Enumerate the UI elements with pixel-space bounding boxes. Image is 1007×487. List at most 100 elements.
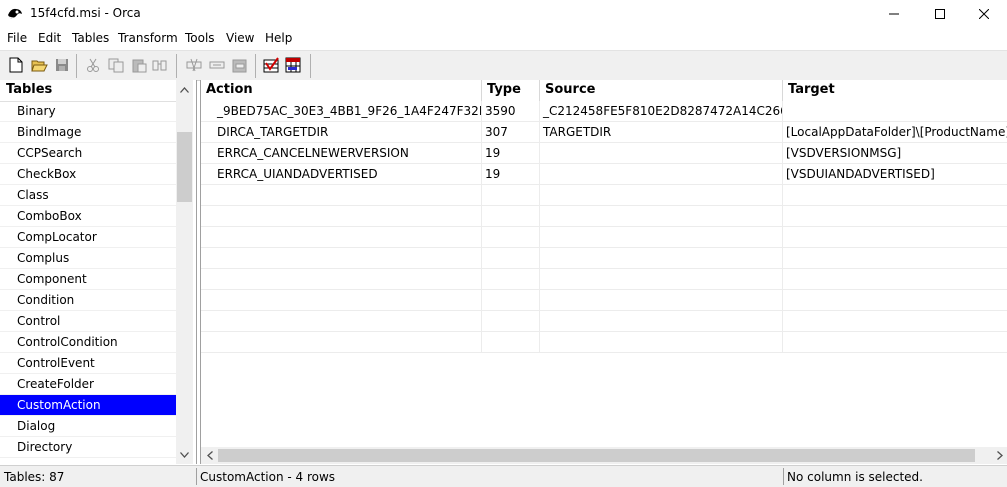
menu-view[interactable]: View (226, 31, 254, 45)
grid-body: _9BED75AC_30E3_4BB1_9F26_1A4F247F32EF 359… (201, 101, 1007, 353)
empty-cell (201, 206, 482, 227)
empty-cell (201, 269, 482, 290)
table-item-ccpsearch[interactable]: CCPSearch (0, 143, 176, 164)
table-item-complus[interactable]: Complus (0, 248, 176, 269)
column-header-action[interactable]: Action (201, 80, 482, 101)
cell-type[interactable]: 19 (482, 164, 540, 185)
menu-tools[interactable]: Tools (185, 31, 215, 45)
copy-icon[interactable] (107, 56, 125, 74)
close-button[interactable] (961, 0, 1007, 28)
empty-row (201, 227, 1007, 248)
table-item-class[interactable]: Class (0, 185, 176, 206)
table-row[interactable]: ERRCA_CANCELNEWERVERSION 19 [VSDVERSIONMSG… (201, 143, 1007, 164)
scroll-thumb[interactable] (177, 132, 192, 202)
rows-pane: Action Type Source Target _9BED75AC_30E3… (200, 80, 1007, 464)
table-item-component[interactable]: Component (0, 269, 176, 290)
menu-help[interactable]: Help (265, 31, 292, 45)
column-header-type-label: Type (487, 82, 521, 97)
table-item-controlcondition[interactable]: ControlCondition (0, 332, 176, 353)
menu-transform[interactable]: Transform (118, 31, 178, 45)
cell-type[interactable]: 19 (482, 143, 540, 164)
cut-row-icon[interactable] (185, 56, 203, 74)
table-item-bindimage[interactable]: BindImage (0, 122, 176, 143)
table-item-controlevent[interactable]: ControlEvent (0, 353, 176, 374)
cell-target[interactable]: [VSDVERSIONMSG] (783, 143, 1007, 164)
table-row[interactable]: _9BED75AC_30E3_4BB1_9F26_1A4F247F32EF 359… (201, 101, 1007, 122)
table-item-customaction[interactable]: CustomAction (0, 395, 176, 416)
empty-cell (540, 248, 783, 269)
table-item-directory[interactable]: Directory (0, 437, 176, 458)
cut-icon[interactable] (84, 56, 102, 74)
window-title: 15f4cfd.msi - Orca (30, 6, 141, 20)
empty-cell (482, 311, 540, 332)
table-row[interactable]: ERRCA_UIANDADVERTISED 19 [VSDUIANDADVERTIS… (201, 164, 1007, 185)
cell-action[interactable]: _9BED75AC_30E3_4BB1_9F26_1A4F247F32EF (201, 101, 482, 122)
cell-action[interactable]: ERRCA_UIANDADVERTISED (201, 164, 482, 185)
cell-source[interactable]: TARGETDIR (540, 122, 783, 143)
empty-row (201, 311, 1007, 332)
cell-type[interactable]: 307 (482, 122, 540, 143)
column-header-type[interactable]: Type (482, 80, 540, 101)
scroll-down-arrow-icon[interactable] (176, 446, 193, 463)
table-edit-icon[interactable] (284, 56, 302, 74)
cell-target[interactable]: [LocalAppDataFolder]\[ProductName] (783, 122, 1007, 143)
cell-target[interactable]: [VSDUIANDADVERTISED] (783, 164, 1007, 185)
grid-header: Action Type Source Target (201, 80, 1007, 101)
table-item-combobox[interactable]: ComboBox (0, 206, 176, 227)
empty-cell (783, 332, 1007, 353)
grid-horizontal-scrollbar[interactable] (201, 447, 1007, 464)
empty-cell (482, 332, 540, 353)
scroll-right-arrow-icon[interactable] (991, 447, 1007, 464)
empty-cell (540, 311, 783, 332)
orca-app-icon (7, 6, 23, 20)
empty-cell (482, 290, 540, 311)
maximize-button[interactable] (917, 0, 963, 28)
validate-icon[interactable] (262, 56, 280, 74)
cell-source[interactable] (540, 143, 783, 164)
save-icon[interactable] (53, 56, 71, 74)
open-folder-icon[interactable] (30, 56, 48, 74)
table-item-dialog[interactable]: Dialog (0, 416, 176, 437)
table-row[interactable]: DIRCA_TARGETDIR 307 TARGETDIR [LocalAppData… (201, 122, 1007, 143)
status-tables-count: Tables: 87 (4, 470, 65, 484)
empty-cell (540, 290, 783, 311)
cell-action[interactable]: ERRCA_CANCELNEWERVERSION (201, 143, 482, 164)
tables-vertical-scrollbar[interactable] (176, 80, 193, 464)
empty-cell (540, 206, 783, 227)
table-item-createfolder[interactable]: CreateFolder (0, 374, 176, 395)
empty-cell (201, 311, 482, 332)
table-item-control[interactable]: Control (0, 311, 176, 332)
copy-row-icon[interactable] (208, 56, 226, 74)
menu-tables[interactable]: Tables (72, 31, 109, 45)
cell-type[interactable]: 3590 (482, 101, 540, 122)
table-item-binary[interactable]: Binary (0, 101, 176, 122)
minimize-button[interactable] (871, 0, 917, 28)
menu-edit[interactable]: Edit (38, 31, 61, 45)
scroll-left-arrow-icon[interactable] (201, 447, 218, 464)
cell-action[interactable]: DIRCA_TARGETDIR (201, 122, 482, 143)
scroll-up-arrow-icon[interactable] (176, 81, 193, 98)
empty-cell (783, 206, 1007, 227)
empty-cell (540, 332, 783, 353)
empty-cell (482, 185, 540, 206)
column-header-source-label: Source (545, 82, 596, 97)
column-header-target[interactable]: Target (783, 80, 1007, 101)
tables-header-label: Tables (6, 82, 53, 97)
menu-file[interactable]: File (7, 31, 27, 45)
column-header-source[interactable]: Source (540, 80, 783, 101)
table-item-checkbox[interactable]: CheckBox (0, 164, 176, 185)
horizontal-scroll-thumb[interactable] (218, 449, 975, 462)
cell-target[interactable] (783, 101, 1007, 122)
new-file-icon[interactable] (7, 56, 25, 74)
table-item-condition[interactable]: Condition (0, 290, 176, 311)
paste-icon[interactable] (130, 56, 148, 74)
table-item-complocator[interactable]: CompLocator (0, 227, 176, 248)
cell-source[interactable]: _C212458FE5F810E2D8287472A14C2665 (540, 101, 783, 122)
tables-list: Binary BindImage CCPSearch CheckBox Class Com… (0, 101, 176, 458)
paste-row-icon[interactable] (231, 56, 249, 74)
cell-source[interactable] (540, 164, 783, 185)
column-header-action-label: Action (206, 82, 253, 97)
find-icon[interactable] (151, 56, 169, 74)
empty-cell (540, 227, 783, 248)
status-bar: Tables: 87 CustomAction - 4 rows No colu… (0, 465, 1007, 487)
